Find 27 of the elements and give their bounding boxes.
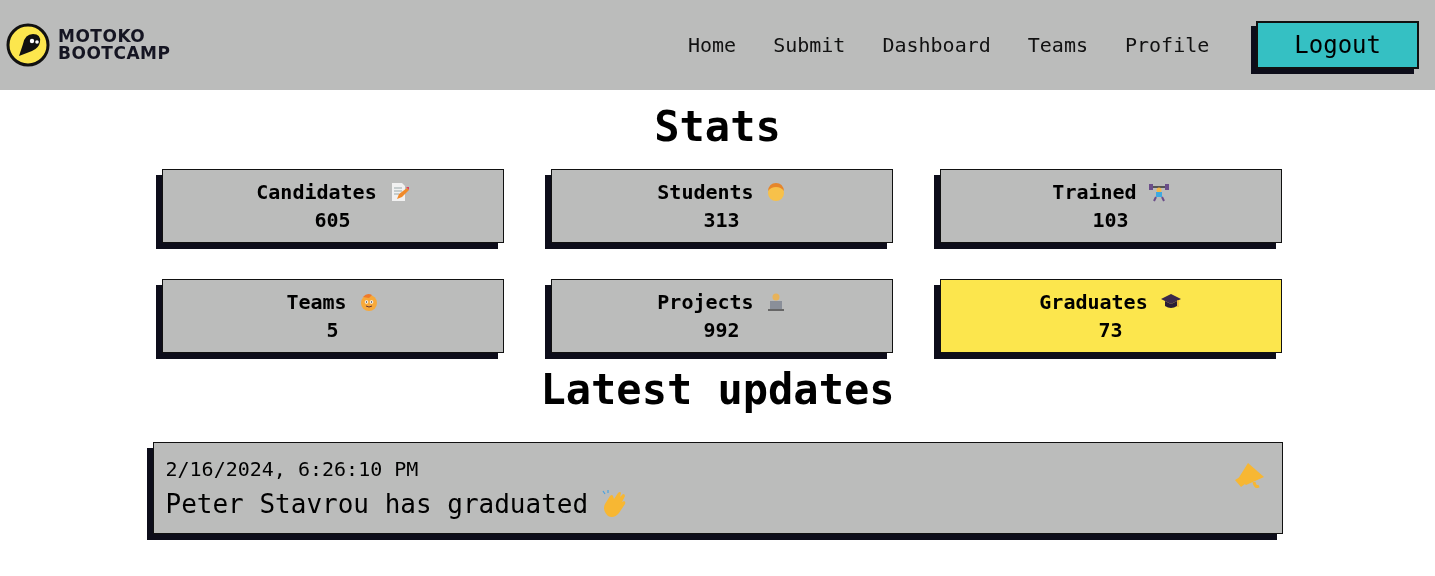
laptop-worker-icon — [765, 292, 786, 312]
section-title: Stats — [653, 101, 782, 151]
stat-label: Teams — [286, 290, 347, 314]
update-message: Peter Stavrou has graduated — [165, 489, 589, 519]
logo-icon — [6, 23, 50, 67]
stat-label: Graduates — [1039, 290, 1148, 314]
nav-link[interactable]: Teams — [1027, 33, 1088, 57]
stat-value: 992 — [703, 318, 740, 342]
weightlifter-icon — [1148, 182, 1169, 202]
stat-value: 313 — [703, 208, 740, 232]
stat-value: 5 — [326, 318, 339, 342]
brand-name: MOTOKO — [58, 28, 147, 45]
nav-link[interactable]: Submit — [773, 33, 846, 57]
section-title: Latest updates — [539, 365, 896, 414]
stat-label: Candidates — [256, 180, 377, 204]
nav-link[interactable]: Dashboard — [882, 33, 991, 57]
update-time: 2/16/2024, 6:26:10 PM — [165, 457, 419, 481]
nav-link[interactable]: Home — [688, 33, 737, 57]
stat-label: Projects — [657, 290, 754, 314]
brand-name: BOOTCAMP — [58, 45, 171, 62]
stat-value: 605 — [314, 208, 351, 232]
stat-value: 73 — [1098, 318, 1123, 342]
stat-label: Students — [657, 180, 754, 204]
nav-link[interactable]: Profile — [1125, 33, 1210, 57]
stat-value: 103 — [1092, 208, 1129, 232]
stat-label: Trained — [1052, 180, 1137, 204]
face-icon — [358, 292, 379, 312]
